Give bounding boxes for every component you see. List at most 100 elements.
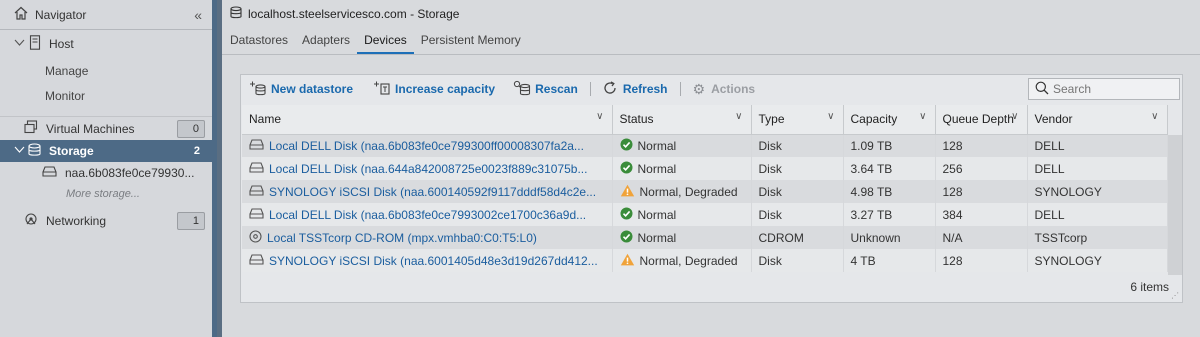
refresh-button[interactable]: Refresh [603, 80, 668, 98]
new-datastore-button[interactable]: New datastore [249, 80, 353, 99]
status-text: Normal [637, 161, 677, 176]
status-text: Normal [637, 230, 677, 245]
collapse-navigator-icon[interactable]: « [194, 7, 202, 23]
devices-panel: New datastore Increase capacity Rescan R… [240, 74, 1183, 303]
tab-devices[interactable]: Devices [357, 28, 414, 54]
disk-icon [249, 207, 264, 222]
cell-type: Disk [751, 249, 844, 272]
column-header-queue-depth[interactable]: Queue Depth ∨ [935, 105, 1028, 135]
nav-storage-label: Storage [49, 144, 94, 158]
nav-virtual-machines[interactable]: Virtual Machines 0 [0, 116, 212, 140]
cell-vendor: SYNOLOGY [1027, 249, 1168, 272]
status-text: Normal, Degraded [639, 253, 738, 268]
nav-networking[interactable]: Networking 1 [0, 208, 212, 234]
rescan-button[interactable]: Rescan [513, 80, 578, 99]
cell-queue-depth: N/A [935, 226, 1028, 249]
cell-vendor: DELL [1027, 134, 1168, 157]
storage-icon [230, 6, 242, 22]
search-box[interactable] [1028, 78, 1180, 100]
status-ok-icon [620, 207, 633, 223]
navigator-header: Navigator « [0, 0, 212, 30]
resize-handle-icon[interactable]: ⋰ [1171, 291, 1179, 300]
toolbar-separator [679, 82, 681, 96]
device-name-link[interactable]: SYNOLOGY iSCSI Disk (naa.600140592f9117d… [269, 185, 596, 199]
nav-storage-device[interactable]: naa.6b083fe0ce79930... [0, 162, 212, 184]
search-icon [1035, 81, 1049, 98]
cell-name[interactable]: Local DELL Disk (naa.6b083fe0ce799300ff0… [242, 134, 613, 157]
host-icon [29, 35, 41, 53]
nav-storage-device-label: naa.6b083fe0ce79930... [65, 166, 195, 180]
tab-bar: Datastores Adapters Devices Persistent M… [222, 28, 1200, 55]
cell-name[interactable]: Local DELL Disk (naa.6b083fe0ce7993002ce… [242, 203, 613, 226]
table-row[interactable]: Local DELL Disk (naa.6b083fe0ce7993002ce… [242, 203, 1168, 226]
column-header-capacity[interactable]: Capacity ∨ [843, 105, 936, 135]
chevron-down-icon[interactable]: ∨ [827, 111, 834, 122]
vertical-scrollbar[interactable] [1168, 135, 1182, 275]
window-titlebar: localhost.steelservicesco.com - Storage [222, 0, 1200, 28]
cell-status: Normal, Degraded [612, 249, 752, 272]
cell-name[interactable]: Local DELL Disk (naa.644a842008725e0023f… [242, 157, 613, 180]
storage-icon [28, 142, 41, 160]
cell-capacity: 3.64 TB [843, 157, 936, 180]
chevron-down-icon[interactable] [14, 37, 25, 51]
table-row[interactable]: Local DELL Disk (naa.644a842008725e0023f… [242, 157, 1168, 180]
cell-type: Disk [751, 134, 844, 157]
cell-vendor: SYNOLOGY [1027, 180, 1168, 203]
status-text: Normal, Degraded [639, 184, 738, 199]
new-datastore-icon [249, 80, 267, 99]
table-row[interactable]: Local TSSTcorp CD-ROM (mpx.vmhba0:C0:T5:… [242, 226, 1168, 249]
nav-manage[interactable]: Manage [0, 58, 212, 83]
cell-name[interactable]: Local TSSTcorp CD-ROM (mpx.vmhba0:C0:T5:… [242, 226, 613, 249]
chevron-down-icon[interactable]: ∨ [1151, 111, 1158, 122]
chevron-down-icon[interactable]: ∨ [735, 111, 742, 122]
new-datastore-label: New datastore [271, 82, 354, 96]
cell-type: Disk [751, 180, 844, 203]
column-header-name[interactable]: Name ∨ [242, 105, 613, 135]
cell-type: Disk [751, 157, 844, 180]
column-header-vendor[interactable]: Vendor ∨ [1027, 105, 1168, 135]
warning-icon [620, 184, 635, 200]
table-row[interactable]: Local DELL Disk (naa.6b083fe0ce799300ff0… [242, 134, 1168, 157]
actions-button[interactable]: ⚙ Actions [693, 81, 756, 98]
nav-host-label: Host [49, 37, 74, 51]
cell-status: Normal [612, 157, 752, 180]
tab-datastores[interactable]: Datastores [230, 28, 295, 54]
tab-adapters[interactable]: Adapters [295, 28, 357, 54]
chevron-down-icon[interactable]: ∨ [919, 111, 926, 122]
cell-name[interactable]: SYNOLOGY iSCSI Disk (naa.600140592f9117d… [242, 180, 613, 203]
chevron-down-icon[interactable] [14, 144, 25, 158]
nav-host[interactable]: Host [0, 30, 212, 58]
cell-name[interactable]: SYNOLOGY iSCSI Disk (naa.6001405d48e3d19… [242, 249, 613, 272]
disk-icon [249, 161, 264, 176]
device-name-link[interactable]: Local DELL Disk (naa.644a842008725e0023f… [269, 162, 587, 176]
table-row[interactable]: SYNOLOGY iSCSI Disk (naa.600140592f9117d… [242, 180, 1168, 203]
nav-manage-label: Manage [45, 63, 89, 78]
column-header-capacity-label: Capacity [850, 112, 898, 127]
search-input[interactable] [1053, 82, 1173, 96]
gear-icon: ⚙ [692, 80, 706, 97]
device-name-link[interactable]: SYNOLOGY iSCSI Disk (naa.6001405d48e3d19… [269, 254, 598, 268]
nav-monitor[interactable]: Monitor [0, 83, 212, 108]
cell-queue-depth: 128 [935, 180, 1028, 203]
column-header-type[interactable]: Type ∨ [751, 105, 844, 135]
rescan-icon [513, 80, 531, 99]
table-row[interactable]: SYNOLOGY iSCSI Disk (naa.6001405d48e3d19… [242, 249, 1168, 272]
window-title: localhost.steelservicesco.com - Storage [248, 7, 460, 21]
warning-icon [620, 253, 635, 269]
device-name-link[interactable]: Local TSSTcorp CD-ROM (mpx.vmhba0:C0:T5:… [267, 231, 537, 245]
increase-capacity-icon [373, 80, 391, 99]
tab-persistent-memory[interactable]: Persistent Memory [414, 28, 528, 54]
increase-capacity-button[interactable]: Increase capacity [373, 80, 495, 99]
actions-label: Actions [711, 82, 756, 96]
chevron-down-icon[interactable]: ∨ [1011, 111, 1018, 122]
refresh-label: Refresh [622, 82, 668, 96]
column-header-status[interactable]: Status ∨ [612, 105, 752, 135]
storage-count-badge: 2 [177, 143, 205, 161]
chevron-down-icon[interactable]: ∨ [596, 111, 603, 122]
column-header-type-label: Type [758, 112, 785, 127]
nav-more-storage[interactable]: More storage... [0, 184, 212, 204]
device-name-link[interactable]: Local DELL Disk (naa.6b083fe0ce7993002ce… [269, 208, 586, 222]
main-content: localhost.steelservicesco.com - Storage … [222, 0, 1200, 337]
device-name-link[interactable]: Local DELL Disk (naa.6b083fe0ce799300ff0… [269, 139, 584, 153]
nav-storage[interactable]: Storage 2 [0, 140, 212, 162]
